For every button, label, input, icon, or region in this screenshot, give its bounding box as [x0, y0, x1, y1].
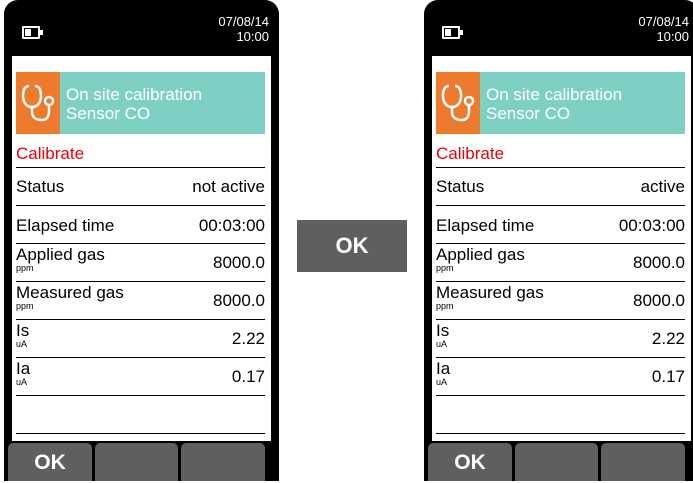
divider: [436, 281, 685, 282]
measured-gas-label: Measured gas: [16, 283, 124, 302]
applied-gas-value: 8000.0: [213, 253, 265, 272]
ia-unit: uA: [436, 377, 448, 387]
applied-gas-label: Applied gas: [436, 245, 525, 264]
softkey-2[interactable]: [95, 443, 178, 481]
applied-gas-unit: ppm: [16, 263, 34, 273]
divider: [436, 243, 685, 244]
is-value: 2.22: [651, 329, 685, 348]
measured-gas-unit: ppm: [16, 301, 34, 311]
ia-label: Ia: [16, 359, 31, 378]
date-text: 07/08/14: [218, 14, 269, 29]
battery-icon: [22, 26, 43, 39]
is-unit: uA: [436, 339, 448, 349]
elapsed-label: Elapsed time: [16, 216, 115, 235]
divider: [16, 395, 265, 396]
softkey-bar: OK: [428, 443, 693, 481]
device-after: 07/08/14 10:00 On site calibration Senso…: [424, 0, 693, 481]
softkey-3[interactable]: [181, 443, 265, 481]
divider: [436, 357, 685, 358]
measured-gas-value: 8000.0: [213, 291, 265, 310]
header-subtitle: Sensor CO: [66, 104, 151, 123]
divider: [16, 433, 265, 434]
ok-key[interactable]: OK: [297, 220, 407, 272]
status-value: active: [640, 177, 685, 196]
divider: [16, 281, 265, 282]
screen: On site calibration Sensor CO Calibrate …: [432, 56, 691, 441]
softkey-bar: OK: [8, 443, 275, 481]
status-label: Status: [16, 177, 65, 196]
softkey-2[interactable]: [515, 443, 598, 481]
softkey-ok[interactable]: OK: [428, 443, 512, 481]
divider: [436, 167, 685, 168]
ia-label: Ia: [436, 359, 451, 378]
time-text: 10:00: [236, 29, 269, 44]
calibrate-menu-item[interactable]: Calibrate: [16, 144, 84, 164]
divider: [436, 205, 685, 206]
elapsed-label: Elapsed time: [436, 216, 535, 235]
status-label: Status: [436, 177, 485, 196]
header-tile: On site calibration Sensor CO: [16, 72, 265, 134]
device-before: 07/08/14 10:00 On site calibration Senso…: [4, 0, 279, 481]
header-tile: On site calibration Sensor CO: [436, 72, 685, 134]
header-title: On site calibration: [486, 85, 623, 104]
is-label: Is: [436, 321, 450, 340]
divider: [16, 243, 265, 244]
measured-gas-value: 8000.0: [633, 291, 685, 310]
applied-gas-value: 8000.0: [633, 253, 685, 272]
is-value: 2.22: [231, 329, 265, 348]
clock: 07/08/14 10:00: [638, 14, 689, 44]
date-text: 07/08/14: [638, 14, 689, 29]
calibrate-menu-item[interactable]: Calibrate: [436, 144, 504, 164]
divider: [16, 167, 265, 168]
time-text: 10:00: [656, 29, 689, 44]
elapsed-value: 00:03:00: [618, 216, 685, 235]
divider: [16, 319, 265, 320]
stethoscope-icon: [16, 72, 60, 134]
header-title: On site calibration: [66, 85, 203, 104]
battery-icon: [442, 26, 463, 39]
divider: [16, 205, 265, 206]
divider: [436, 319, 685, 320]
softkey-3[interactable]: [601, 443, 685, 481]
applied-gas-label: Applied gas: [16, 245, 105, 264]
ia-unit: uA: [16, 377, 28, 387]
screen: On site calibration Sensor CO Calibrate …: [12, 56, 271, 441]
measured-gas-unit: ppm: [436, 301, 454, 311]
is-label: Is: [16, 321, 30, 340]
clock: 07/08/14 10:00: [218, 14, 269, 44]
ia-value: 0.17: [231, 367, 265, 386]
stethoscope-icon: [436, 72, 480, 134]
divider: [436, 433, 685, 434]
status-value: not active: [192, 177, 265, 196]
ia-value: 0.17: [651, 367, 685, 386]
applied-gas-unit: ppm: [436, 263, 454, 273]
elapsed-value: 00:03:00: [198, 216, 265, 235]
measured-gas-label: Measured gas: [436, 283, 544, 302]
is-unit: uA: [16, 339, 28, 349]
softkey-ok[interactable]: OK: [8, 443, 92, 481]
divider: [436, 395, 685, 396]
divider: [16, 357, 265, 358]
header-subtitle: Sensor CO: [486, 104, 571, 123]
